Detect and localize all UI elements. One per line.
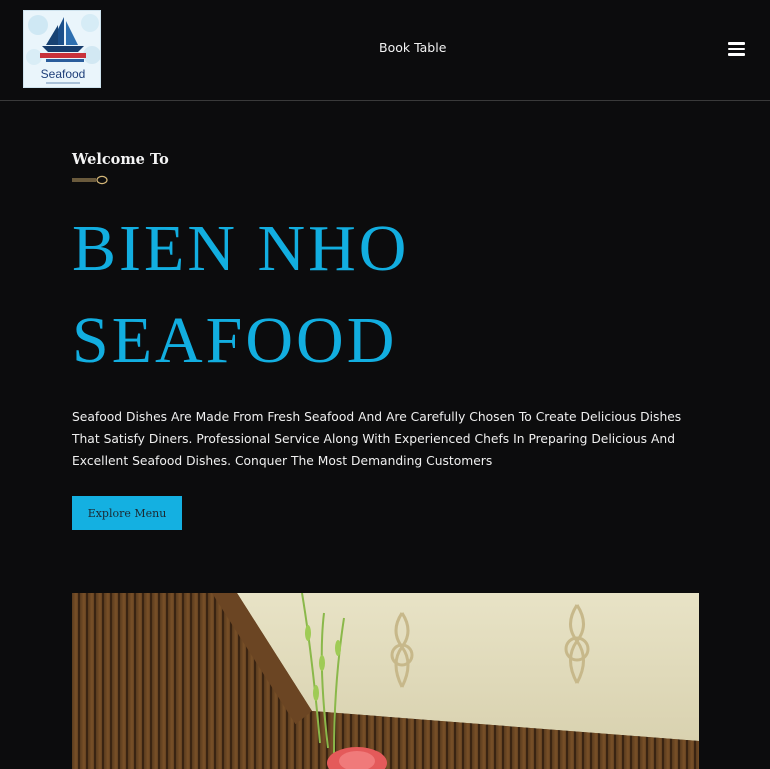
hero-title-line-2: SEAFOOD (72, 304, 398, 377)
hero-description: Seafood Dishes Are Made From Fresh Seafo… (72, 410, 682, 468)
restaurant-interior-image (72, 593, 699, 769)
hamburger-menu-icon[interactable] (726, 40, 748, 58)
nav-book-table-link[interactable]: Book Table (379, 40, 446, 55)
site-header: Seafood Book Table (0, 0, 770, 101)
page: Seafood Book Table Welcome To BIEN NHO S… (0, 0, 770, 769)
interior-photo-illustration (72, 593, 699, 769)
logo-wordmark: Seafood (40, 67, 86, 81)
spoon-divider-icon (72, 175, 108, 185)
brand-logo[interactable]: Seafood (23, 10, 101, 88)
hero-title-line-1: BIEN NHO (72, 212, 410, 285)
hero-kicker: Welcome To (72, 151, 169, 168)
explore-menu-button[interactable]: Explore Menu (72, 496, 182, 530)
hero-title: BIEN NHO SEAFOOD (72, 203, 409, 387)
